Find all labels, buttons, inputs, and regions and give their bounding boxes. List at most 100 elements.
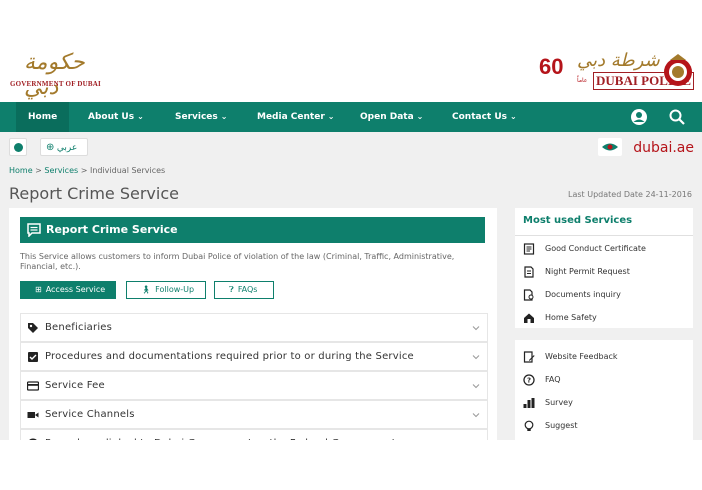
breadcrumb-current: Individual Services <box>89 166 166 175</box>
most-used-services-title: Most used Services <box>523 215 633 226</box>
accessibility-toggle[interactable] <box>9 138 27 156</box>
chevron-down-icon: ⌄ <box>510 112 517 121</box>
most-used-label: Good Conduct Certificate <box>545 244 646 253</box>
dubai-ae-suffix: .ae <box>672 140 694 156</box>
nav-contact-us[interactable]: Contact Us ⌄ <box>452 102 517 132</box>
nav-open-data-label: Open Data <box>360 112 414 122</box>
chevron-down-icon <box>472 326 480 331</box>
globe-icon: ⊕ <box>46 142 55 153</box>
house-icon <box>524 313 534 323</box>
sidebar-link-faq[interactable]: ? FAQ <box>523 373 561 387</box>
question-circle-icon: ❓︎ <box>229 285 234 294</box>
breadcrumb: Home > Services > Individual Services <box>9 166 165 175</box>
sidebar-link-suggest[interactable]: Suggest <box>523 419 578 433</box>
accordion-service-fee[interactable]: Service Fee <box>20 371 488 400</box>
breadcrumb-separator: > <box>35 166 42 175</box>
anniversary-sub: عاماً <box>577 78 588 84</box>
follow-up-label: Follow-Up <box>155 285 195 294</box>
accordion-label: Procedures and documentations required p… <box>45 351 414 362</box>
nav-services-label: Services <box>175 112 218 122</box>
sidebar-link-label: FAQ <box>545 375 561 384</box>
certificate-icon <box>523 242 535 255</box>
tag-icon <box>28 323 38 333</box>
nav-home-label: Home <box>28 112 58 122</box>
checkbox-checked-icon <box>28 352 38 362</box>
eye-button[interactable] <box>598 138 622 156</box>
last-updated-date: Last Updated Date 24-11-2016 <box>568 190 692 199</box>
breadcrumb-separator: > <box>80 166 88 175</box>
svg-text:?: ? <box>527 376 531 384</box>
dubai-ae-logo[interactable]: dubai.ae <box>633 140 694 156</box>
most-used-label: Documents inquiry <box>545 290 621 299</box>
police-crest-icon <box>664 54 692 86</box>
main-nav: Home About Us ⌄ Services ⌄ Media Center ⌄ O… <box>0 102 702 132</box>
chevron-down-icon: ⌄ <box>137 112 144 121</box>
police-logo-arabic: شرطة دبي <box>577 50 660 71</box>
chevron-down-icon <box>472 355 480 360</box>
gov-logo-arabic: حكومة دبي <box>24 50 85 100</box>
most-used-documents-inquiry[interactable]: Documents inquiry <box>523 288 621 302</box>
faqs-label: FAQs <box>237 285 258 294</box>
user-account-icon[interactable] <box>630 108 648 126</box>
most-used-label: Home Safety <box>545 313 597 322</box>
follow-up-button[interactable]: 🚶︎ Follow-Up <box>126 281 206 299</box>
dubai-police-logo[interactable]: 60 شرطة دبي عاماً DUBAI POLICE <box>539 50 694 96</box>
sidebar-links-panel: Website Feedback ? FAQ Survey Suggest <box>515 340 693 448</box>
nav-open-data[interactable]: Open Data ⌄ <box>360 102 423 132</box>
dubai-ae-text: dubai <box>633 140 673 156</box>
video-camera-icon <box>27 412 39 418</box>
eye-icon <box>602 143 618 151</box>
accordion-beneficiaries[interactable]: Beneficiaries <box>20 313 488 342</box>
divider <box>515 235 693 236</box>
credit-card-icon <box>27 381 39 391</box>
bar-chart-icon <box>523 397 535 408</box>
nav-media-center[interactable]: Media Center ⌄ <box>257 102 334 132</box>
service-card: Report Crime Service This Service allows… <box>9 208 497 458</box>
breadcrumb-home[interactable]: Home <box>9 166 33 175</box>
faqs-button[interactable]: ❓︎ FAQs <box>214 281 274 299</box>
search-icon[interactable] <box>668 108 686 126</box>
most-used-night-permit[interactable]: Night Permit Request <box>523 265 630 279</box>
sidebar-link-survey[interactable]: Survey <box>523 396 573 410</box>
nav-about-us[interactable]: About Us ⌄ <box>88 102 144 132</box>
anniversary-badge: 60 <box>539 54 564 79</box>
walking-person-icon: 🚶︎ <box>141 285 152 294</box>
most-used-services-panel: Most used Services Good Conduct Certific… <box>515 208 693 328</box>
feedback-icon <box>523 350 535 363</box>
site-header: حكومة دبي GOVERNMENT OF DUBAI 60 شرطة دب… <box>0 0 702 102</box>
page-footer-area <box>0 440 702 490</box>
chevron-down-icon <box>472 384 480 389</box>
accordion-label: Service Fee <box>45 380 105 391</box>
nav-about-label: About Us <box>88 112 135 122</box>
page-title: Report Crime Service <box>9 184 179 203</box>
service-card-title: Report Crime Service <box>20 217 485 243</box>
access-service-label: Access Service <box>45 285 106 294</box>
nav-services[interactable]: Services ⌄ <box>175 102 227 132</box>
chat-bubble-icon <box>27 223 41 237</box>
sidebar-link-label: Survey <box>545 398 573 407</box>
chevron-down-icon: ⌄ <box>220 112 228 121</box>
accordion-label: Service Channels <box>45 409 135 420</box>
access-service-button[interactable]: ⊞ Access Service <box>20 281 116 299</box>
government-of-dubai-logo[interactable]: حكومة دبي GOVERNMENT OF DUBAI <box>10 50 105 100</box>
document-icon <box>524 265 534 278</box>
language-switch-button[interactable]: ⊕ عربي <box>40 138 88 156</box>
sidebar-link-website-feedback[interactable]: Website Feedback <box>523 350 618 364</box>
breadcrumb-services[interactable]: Services <box>44 166 78 175</box>
chevron-down-icon: ⌄ <box>416 112 424 121</box>
most-used-label: Night Permit Request <box>545 267 630 276</box>
toggle-dot-icon <box>14 143 23 152</box>
language-label: عربي <box>56 142 78 152</box>
nav-media-label: Media Center <box>257 112 325 122</box>
accordion-procedures-documents[interactable]: Procedures and documentations required p… <box>20 342 488 371</box>
accordion-label: Beneficiaries <box>45 322 113 333</box>
question-circle-icon: ? <box>523 373 535 386</box>
sidebar-link-label: Suggest <box>545 421 578 430</box>
most-used-good-conduct[interactable]: Good Conduct Certificate <box>523 242 646 256</box>
nav-home[interactable]: Home <box>16 102 70 132</box>
chevron-down-icon: ⌄ <box>327 112 335 121</box>
service-card-title-text: Report Crime Service <box>46 223 178 236</box>
most-used-home-safety[interactable]: Home Safety <box>523 311 597 325</box>
accordion-service-channels[interactable]: Service Channels <box>20 400 488 429</box>
chevron-down-icon <box>472 413 480 418</box>
